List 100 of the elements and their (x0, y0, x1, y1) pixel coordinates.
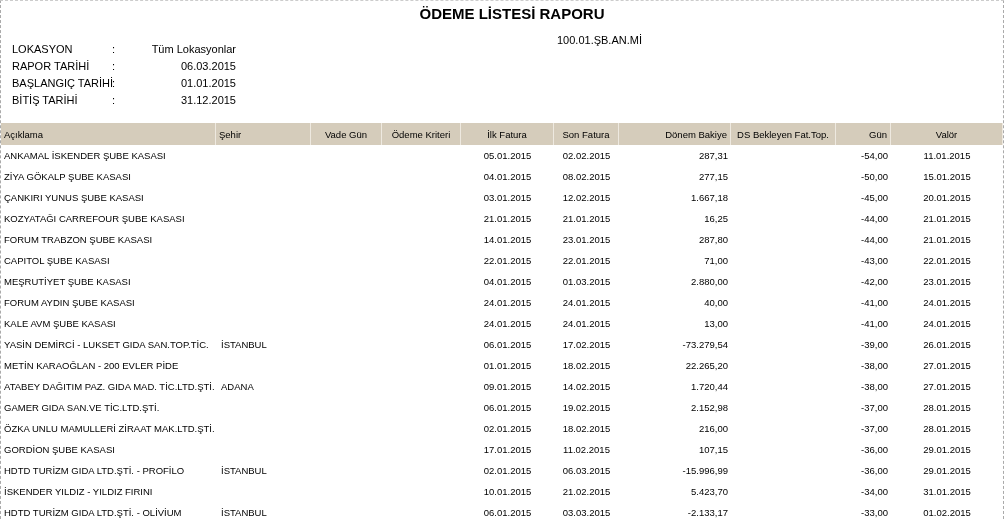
table-cell: -43,00 (861, 255, 888, 266)
table-cell: GAMER GIDA SAN.VE TİC.LTD.ŞTİ. (4, 402, 160, 413)
table-cell: 20.01.2015 (923, 192, 971, 203)
table-cell: -45,00 (861, 192, 888, 203)
column-header: İlk Fatura (461, 123, 554, 145)
table-cell: HDTD TURİZM GIDA LTD.ŞTİ. - PROFİLO (4, 465, 185, 476)
column-header: Açıklama (1, 123, 216, 145)
table-cell: 27.01.2015 (923, 360, 971, 371)
table-cell: -41,00 (861, 297, 888, 308)
table-cell: 23.01.2015 (923, 276, 971, 287)
table-cell: METİN KARAOĞLAN - 200 EVLER PİDE (4, 360, 179, 371)
table-cell: 02.02.2015 (562, 150, 611, 161)
table-cell: FORUM AYDIN ŞUBE KASASI (4, 297, 135, 308)
info-label: BİTİŞ TARİHİ (12, 93, 79, 106)
column-header: DS Bekleyen Fat.Top. (731, 123, 836, 145)
table-cell: -44,00 (861, 234, 888, 245)
table-cell: 06.03.2015 (562, 465, 611, 476)
info-separator: : (112, 59, 117, 72)
table-cell: 21.02.2015 (562, 486, 611, 497)
table-cell: HDTD TURİZM GIDA LTD.ŞTİ. - OLİVİUM (4, 507, 182, 518)
table-cell: 22.01.2015 (923, 255, 971, 266)
table-cell: 287,31 (698, 150, 728, 161)
table-cell: 03.03.2015 (562, 507, 611, 518)
table-cell: 10.01.2015 (483, 486, 532, 497)
table-cell: 03.01.2015 (483, 192, 532, 203)
table-cell: 287,80 (698, 234, 728, 245)
table-cell: 31.01.2015 (923, 486, 971, 497)
table-cell: 24.01.2015 (562, 297, 611, 308)
table-cell: 14.02.2015 (562, 381, 611, 392)
table-cell: 71,00 (704, 255, 728, 266)
table-cell: 24.01.2015 (923, 318, 971, 329)
info-label: LOKASYON (12, 42, 74, 55)
table-cell: ÇANKIRI YUNUS ŞUBE KASASI (4, 192, 144, 203)
info-value: 01.01.2015 (179, 76, 236, 89)
table-cell: 04.01.2015 (483, 276, 532, 287)
table-cell: 12.02.2015 (562, 192, 611, 203)
table-cell: 24.01.2015 (923, 297, 971, 308)
table-cell: MEŞRUTİYET ŞUBE KASASI (4, 276, 131, 287)
table-cell: GORDİON ŞUBE KASASI (4, 444, 115, 455)
table-cell: 15.01.2015 (923, 171, 971, 182)
table-cell: 5.423,70 (691, 486, 728, 497)
table-cell: 22.265,20 (685, 360, 728, 371)
table-cell: -50,00 (861, 171, 888, 182)
table-cell: İSTANBUL (221, 339, 267, 350)
table-cell: 04.01.2015 (483, 171, 532, 182)
table-cell: 14.01.2015 (483, 234, 532, 245)
table-cell: 11.02.2015 (563, 444, 610, 455)
table-cell: 18.02.2015 (562, 360, 611, 371)
table-cell: İSTANBUL (221, 465, 267, 476)
table-cell: 29.01.2015 (923, 444, 971, 455)
table-cell: KOZYATAĞI CARREFOUR ŞUBE KASASI (4, 213, 185, 224)
table-cell: ZİYA GÖKALP ŞUBE KASASI (4, 171, 131, 182)
table-cell: 24.01.2015 (483, 297, 532, 308)
info-value: Tüm Lokasyonlar (150, 42, 236, 55)
info-separator: : (112, 93, 117, 106)
table-cell: ANKAMAL İSKENDER ŞUBE KASASI (4, 150, 166, 161)
table-cell: 22.01.2015 (562, 255, 611, 266)
table-cell: 01.01.2015 (483, 360, 532, 371)
column-header: Şehir (216, 123, 311, 145)
table-cell: -41,00 (861, 318, 888, 329)
table-cell: 17.02.2015 (562, 339, 611, 350)
account-code: 100.01.ŞB.AN.Mİ (557, 34, 642, 48)
table-cell: 26.01.2015 (923, 339, 971, 350)
table-cell: ADANA (221, 381, 254, 392)
table-cell: -73.279,54 (682, 339, 728, 350)
table-cell: 2.152,98 (691, 402, 728, 413)
table-cell: YASİN DEMİRCİ - LUKSET GIDA SAN.TOP.TİC. (4, 339, 209, 350)
table-cell: CAPITOL ŞUBE KASASI (4, 255, 110, 266)
table-cell: 1.667,18 (691, 192, 728, 203)
table-cell: İSKENDER YILDIZ - YILDIZ FIRINI (4, 486, 153, 497)
table-cell: -54,00 (861, 150, 888, 161)
table-cell: 02.01.2015 (483, 423, 532, 434)
table-cell: -44,00 (861, 213, 888, 224)
table-cell: İSTANBUL (221, 507, 267, 518)
column-header: Valör (891, 123, 1003, 145)
table-cell: -2.133,17 (687, 507, 728, 518)
table-cell: -42,00 (861, 276, 888, 287)
table-cell: 107,15 (698, 444, 728, 455)
table-cell: 16,25 (704, 213, 728, 224)
table-cell: -37,00 (861, 402, 888, 413)
table-cell: 17.01.2015 (483, 444, 532, 455)
table-cell: 01.02.2015 (923, 507, 971, 518)
table-cell: -34,00 (861, 486, 888, 497)
table-cell: 08.02.2015 (562, 171, 611, 182)
info-value: 06.03.2015 (179, 59, 236, 72)
table-cell: KALE AVM ŞUBE KASASI (4, 318, 116, 329)
info-label: BAŞLANGIÇ TARİHİ (12, 76, 112, 89)
table-cell: -38,00 (861, 360, 888, 371)
table-cell: 24.01.2015 (562, 318, 611, 329)
table-cell: 02.01.2015 (483, 465, 532, 476)
table-cell: 27.01.2015 (923, 381, 971, 392)
table-cell: -15.996,99 (682, 465, 728, 476)
table-cell: FORUM TRABZON ŞUBE KASASI (4, 234, 153, 245)
table-cell: 18.02.2015 (562, 423, 611, 434)
info-value: 31.12.2015 (179, 93, 236, 106)
table-cell: 06.01.2015 (483, 507, 532, 518)
table-cell: 2.880,00 (691, 276, 728, 287)
table-cell: 29.01.2015 (923, 465, 971, 476)
table-cell: 28.01.2015 (923, 402, 971, 413)
table-cell: 1.720,44 (691, 381, 728, 392)
